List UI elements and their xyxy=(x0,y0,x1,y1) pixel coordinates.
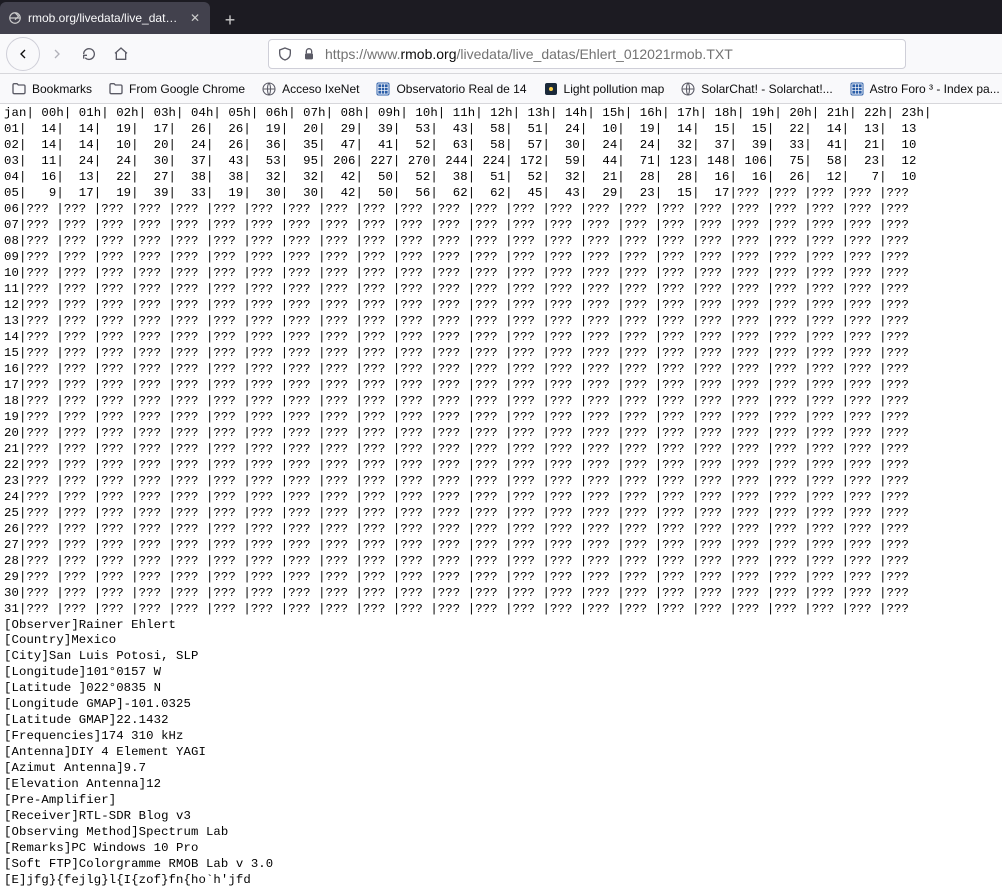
grid-icon xyxy=(849,81,865,97)
bookmark-label: Astro Foro ³ - Index pa... xyxy=(870,82,1000,96)
browser-tab[interactable]: rmob.org/livedata/live_datas/E ✕ xyxy=(0,2,210,34)
url-protocol: https://www. xyxy=(325,46,400,62)
url-path: /livedata/live_datas/Ehlert_012021rmob.T… xyxy=(457,46,733,62)
bookmark-item[interactable]: From Google Chrome xyxy=(103,78,250,100)
bookmark-item[interactable]: Astro Foro ³ - Index pa... xyxy=(844,78,1002,100)
tab-close-icon[interactable]: ✕ xyxy=(188,11,202,25)
globe-icon xyxy=(261,81,277,97)
tab-favicon xyxy=(8,11,22,25)
bookmark-item[interactable]: Acceso IxeNet xyxy=(256,78,364,100)
lock-icon xyxy=(301,46,317,62)
shield-icon xyxy=(277,46,293,62)
navbar: https://www.rmob.org/livedata/live_datas… xyxy=(0,34,1002,74)
bookmark-label: Observatorio Real de 14 xyxy=(396,82,526,96)
url-text: https://www.rmob.org/livedata/live_datas… xyxy=(325,46,897,62)
bookmark-item[interactable]: Bookmarks xyxy=(6,78,97,100)
new-tab-button[interactable]: + xyxy=(216,6,244,34)
url-bar[interactable]: https://www.rmob.org/livedata/live_datas… xyxy=(268,39,906,69)
bookmarks-bar: Bookmarks From Google Chrome Acceso IxeNet… xyxy=(0,74,1002,104)
folder-icon xyxy=(108,81,124,97)
back-button[interactable] xyxy=(6,37,40,71)
folder-icon xyxy=(11,81,27,97)
grid-icon xyxy=(375,81,391,97)
tab-strip: rmob.org/livedata/live_datas/E ✕ + xyxy=(0,0,1002,34)
bookmark-label: SolarChat! - Solarchat!... xyxy=(701,82,832,96)
url-host: rmob.org xyxy=(400,46,456,62)
page-text-content: jan| 00h| 01h| 02h| 03h| 04h| 05h| 06h| … xyxy=(0,104,1002,891)
forward-button[interactable] xyxy=(42,39,72,69)
bookmark-label: Bookmarks xyxy=(32,82,92,96)
globe-icon xyxy=(680,81,696,97)
reload-button[interactable] xyxy=(74,39,104,69)
bookmark-label: Acceso IxeNet xyxy=(282,82,359,96)
bookmark-item[interactable]: SolarChat! - Solarchat!... xyxy=(675,78,837,100)
tab-title: rmob.org/livedata/live_datas/E xyxy=(28,11,182,25)
home-button[interactable] xyxy=(106,39,136,69)
bookmark-item[interactable]: Light pollution map xyxy=(538,78,670,100)
bookmark-label: Light pollution map xyxy=(564,82,665,96)
bookmark-label: From Google Chrome xyxy=(129,82,245,96)
bookmark-item[interactable]: Observatorio Real de 14 xyxy=(370,78,531,100)
dot-icon xyxy=(543,81,559,97)
